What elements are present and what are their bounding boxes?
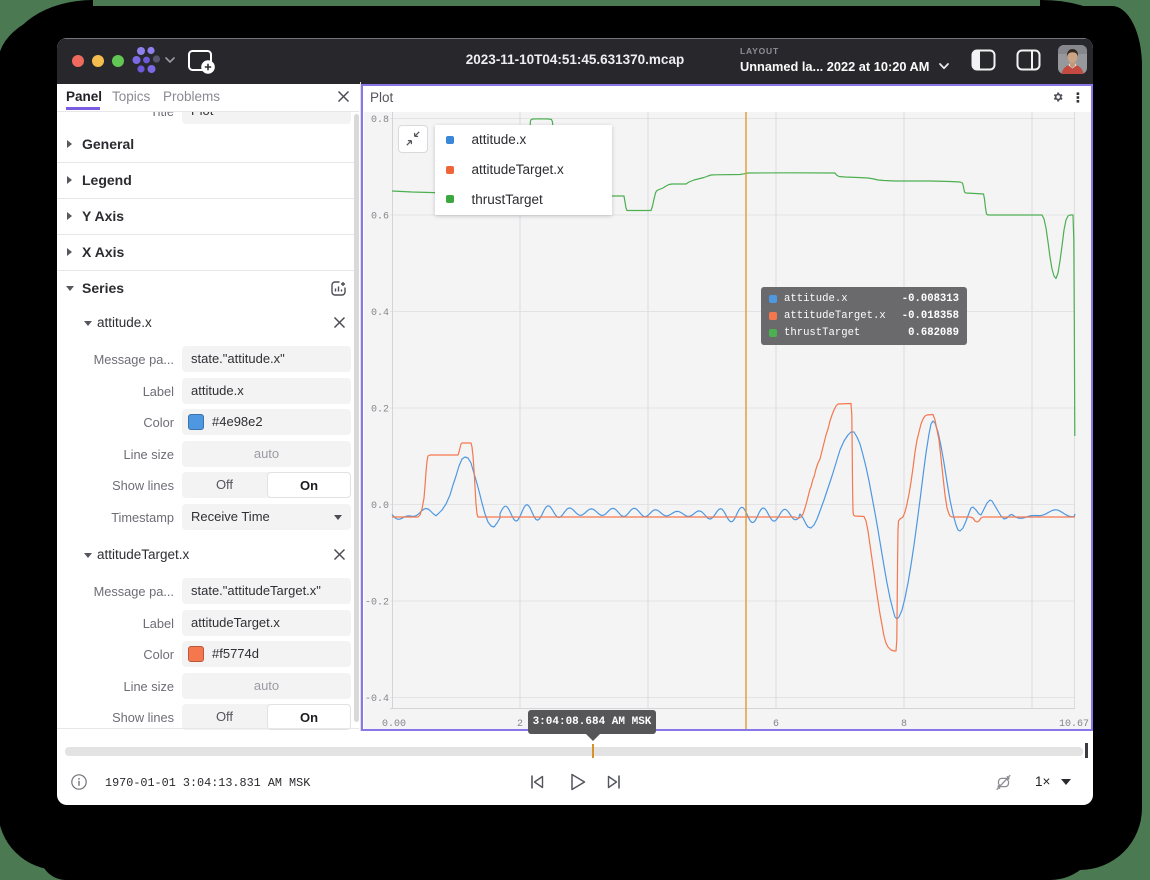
svg-text:2: 2 xyxy=(517,719,523,729)
svg-text:0.00: 0.00 xyxy=(382,719,406,729)
svg-text:8: 8 xyxy=(901,719,907,729)
svg-text:-0.4: -0.4 xyxy=(365,694,389,705)
svg-text:-0.2: -0.2 xyxy=(365,598,389,609)
svg-text:0.4: 0.4 xyxy=(371,308,389,319)
svg-text:0.8: 0.8 xyxy=(371,115,389,126)
svg-text:6: 6 xyxy=(773,719,779,729)
svg-text:10.67: 10.67 xyxy=(1059,719,1089,729)
svg-text:0.6: 0.6 xyxy=(371,212,389,223)
svg-text:0.2: 0.2 xyxy=(371,405,389,416)
svg-text:0.0: 0.0 xyxy=(371,501,389,512)
